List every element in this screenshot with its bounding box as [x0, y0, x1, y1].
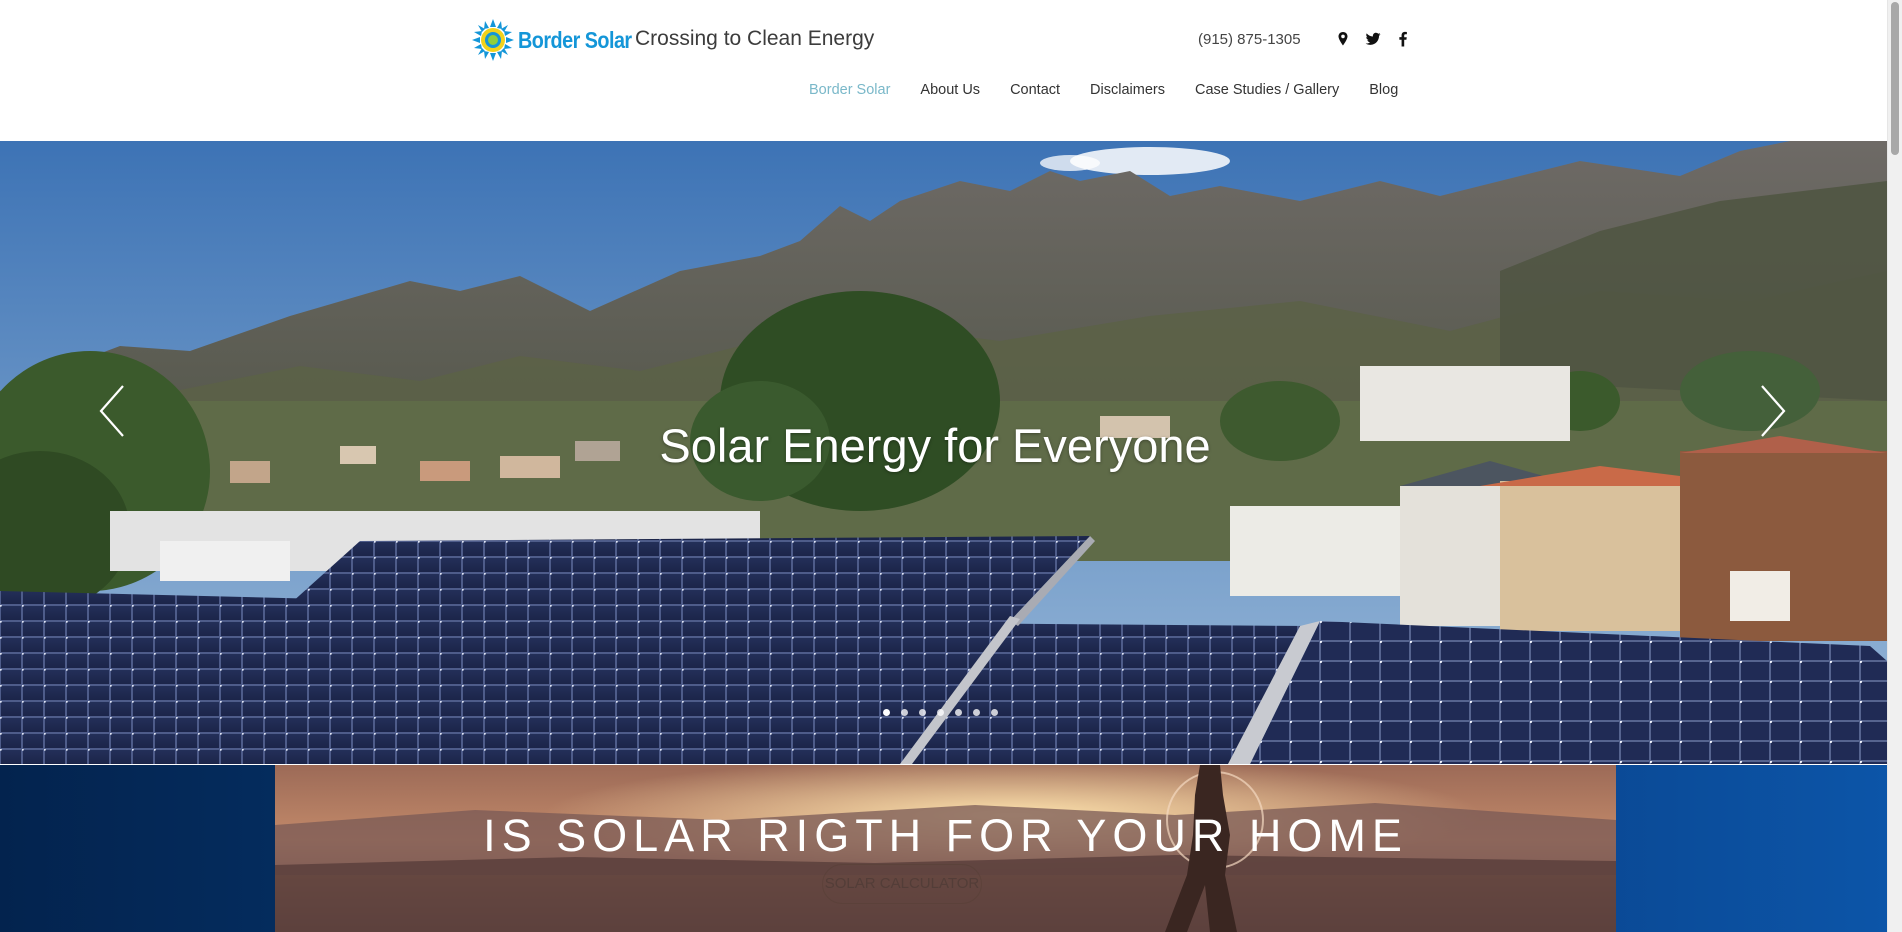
- hero-slideshow: Solar Energy for Everyone: [0, 141, 1887, 764]
- nav-item-contact[interactable]: Contact: [995, 81, 1075, 99]
- site-tagline: Crossing to Clean Energy: [635, 27, 875, 50]
- slide-dot-7[interactable]: [991, 709, 998, 716]
- chevron-right-icon: [1761, 385, 1786, 437]
- main-nav: Border Solar About Us Contact Disclaimer…: [794, 81, 1413, 99]
- slide-dot-1[interactable]: [883, 709, 890, 716]
- slide-dot-4[interactable]: [937, 709, 944, 716]
- nav-item-blog[interactable]: Blog: [1354, 81, 1413, 99]
- scrollbar-thumb[interactable]: [1891, 2, 1899, 155]
- section-heading: IS SOLAR RIGTH FOR YOUR HOME: [483, 810, 1408, 861]
- nav-item-about-us[interactable]: About Us: [905, 81, 995, 99]
- hero-title: Solar Energy for Everyone: [659, 419, 1211, 472]
- twitter-icon[interactable]: [1364, 30, 1382, 48]
- solar-calculator-button[interactable]: SOLAR CALCULATOR: [822, 864, 982, 904]
- nav-item-case-studies-gallery[interactable]: Case Studies / Gallery: [1180, 81, 1354, 99]
- sun-logo-icon: [472, 19, 514, 61]
- slide-dot-6[interactable]: [973, 709, 980, 716]
- map-pin-icon[interactable]: [1334, 30, 1352, 48]
- slideshow-pagination: [883, 709, 998, 716]
- logo-text: Border Solar: [518, 26, 632, 53]
- nav-item-disclaimers[interactable]: Disclaimers: [1075, 81, 1180, 99]
- page-scrollbar[interactable]: [1887, 0, 1902, 932]
- slide-dot-2[interactable]: [901, 709, 908, 716]
- site-header: Border Solar Crossing to Clean Energy (9…: [0, 0, 1887, 141]
- social-links: [1334, 30, 1412, 48]
- slideshow-prev-button[interactable]: [97, 383, 127, 439]
- phone-number[interactable]: (915) 875-1305: [1198, 31, 1301, 48]
- chevron-left-icon: [99, 385, 124, 437]
- slide-dot-3[interactable]: [919, 709, 926, 716]
- logo[interactable]: Border Solar: [472, 19, 650, 61]
- facebook-icon[interactable]: [1394, 30, 1412, 48]
- slide-dot-5[interactable]: [955, 709, 962, 716]
- nav-item-border-solar[interactable]: Border Solar: [794, 81, 905, 99]
- solar-calculator-section: IS SOLAR RIGTH FOR YOUR HOME SOLAR CALCU…: [0, 765, 1887, 932]
- sunset-runner-image: IS SOLAR RIGTH FOR YOUR HOME SOLAR CALCU…: [275, 765, 1616, 932]
- slideshow-next-button[interactable]: [1758, 383, 1788, 439]
